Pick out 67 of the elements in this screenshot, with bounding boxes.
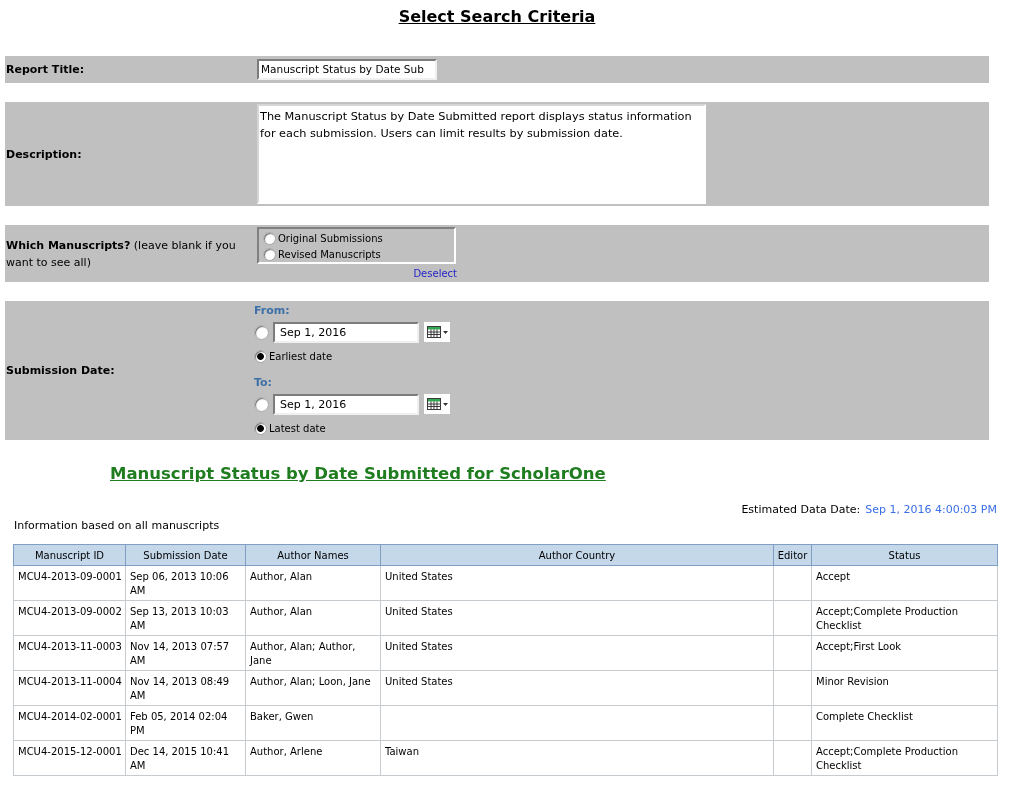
table-cell: MCU4-2013-11-0004 — [13, 670, 126, 706]
text-field[interactable]: Manuscript Status by Date Sub — [257, 59, 437, 80]
table-cell: Author, Arlene — [245, 740, 381, 776]
range-heading: From: — [254, 304, 290, 317]
option-label: Earliest date — [269, 350, 333, 362]
option-label: Revised Manuscripts — [278, 248, 381, 260]
radio-button[interactable] — [263, 231, 276, 245]
data-date-label: Estimated Data Date: — [741, 503, 861, 516]
field-label: Description: — [5, 146, 82, 163]
calendar-button[interactable] — [424, 322, 450, 342]
table-cell: Feb 05, 2014 02:04 PM — [125, 705, 246, 741]
field-label: Report Title: — [5, 62, 85, 78]
date-field[interactable]: Sep 1, 2016 — [273, 321, 419, 343]
range-heading: To: — [254, 376, 272, 389]
column-header: Manuscript ID — [13, 544, 126, 566]
caret-icon — [442, 402, 448, 406]
table-cell: Author, Alan; Author, Jane — [245, 635, 381, 671]
deselect-link[interactable]: Deselect — [413, 268, 457, 279]
field-label: Which Manuscripts? (leave blank if you want to see all) — [5, 237, 237, 271]
table-cell: MCU4-2014-02-0001 — [13, 705, 126, 741]
table-cell: MCU4-2013-09-0002 — [13, 600, 126, 636]
calendar-icon — [426, 326, 441, 338]
column-header: Author Names — [245, 544, 381, 566]
table-cell: Nov 14, 2013 08:49 AM — [125, 670, 246, 706]
option-label: Original Submissions — [278, 232, 383, 244]
table-cell: Author, Alan — [245, 600, 381, 636]
table-cell: Sep 13, 2013 10:03 AM — [125, 600, 246, 636]
radio-button[interactable] — [254, 421, 267, 435]
radio-button[interactable] — [254, 396, 269, 412]
radio-button[interactable] — [263, 247, 276, 261]
table-cell: Author, Alan — [245, 565, 381, 601]
column-header: Submission Date — [125, 544, 246, 566]
table-cell: Accept;First Look — [811, 635, 998, 671]
table-cell: MCU4-2013-11-0003 — [13, 635, 126, 671]
column-header: Editor — [773, 544, 812, 566]
date-field[interactable]: Sep 1, 2016 — [273, 393, 419, 415]
table-cell: Minor Revision — [811, 670, 998, 706]
table-cell: Accept — [811, 565, 998, 601]
table-cell: United States — [380, 635, 774, 671]
table-cell: Accept;Complete Production Checklist — [811, 740, 998, 776]
calendar-button[interactable] — [424, 394, 450, 414]
data-date-value: Sep 1, 2016 4:00:03 PM — [865, 503, 997, 516]
radio-button[interactable] — [254, 324, 269, 340]
column-header: Status — [811, 544, 998, 566]
report-title: Manuscript Status by Date Submitted for ScholarOne — [110, 463, 606, 484]
table-cell: Accept;Complete Production Checklist — [811, 600, 998, 636]
table-cell: United States — [380, 600, 774, 636]
calendar-icon — [426, 398, 441, 410]
table-cell: Sep 06, 2013 10:06 AM — [125, 565, 246, 601]
column-header: Author Country — [380, 544, 774, 566]
table-cell: Complete Checklist — [811, 705, 998, 741]
table-cell: MCU4-2013-09-0001 — [13, 565, 126, 601]
table-cell: Taiwan — [380, 740, 774, 776]
table-cell: MCU4-2015-12-0001 — [13, 740, 126, 776]
table-cell: Baker, Gwen — [245, 705, 381, 741]
page-title: Select Search Criteria — [398, 7, 596, 26]
description-field[interactable]: The Manuscript Status by Date Submitted report displays status information for each submission. Users can limit results by submission date. — [257, 104, 706, 204]
option-label: Latest date — [269, 422, 326, 434]
radio-button[interactable] — [254, 349, 267, 363]
table-cell: Author, Alan; Loon, Jane — [245, 670, 381, 706]
caret-icon — [442, 330, 448, 334]
table-cell: Dec 14, 2015 10:41 AM — [125, 740, 246, 776]
info-note: Information based on all manuscripts — [14, 519, 220, 533]
field-label: Submission Date: — [5, 363, 115, 379]
table-cell: United States — [380, 565, 774, 601]
table-cell: United States — [380, 670, 774, 706]
table-cell: Nov 14, 2013 07:57 AM — [125, 635, 246, 671]
